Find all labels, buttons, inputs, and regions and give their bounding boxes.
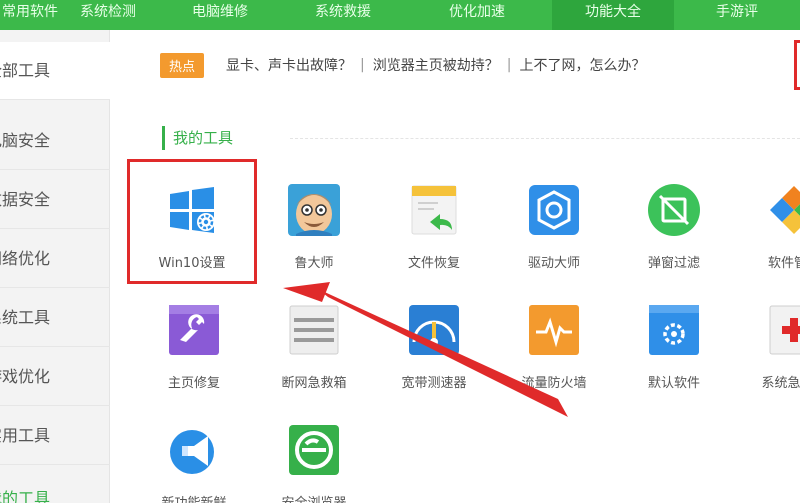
pointer-arrow (283, 282, 568, 417)
